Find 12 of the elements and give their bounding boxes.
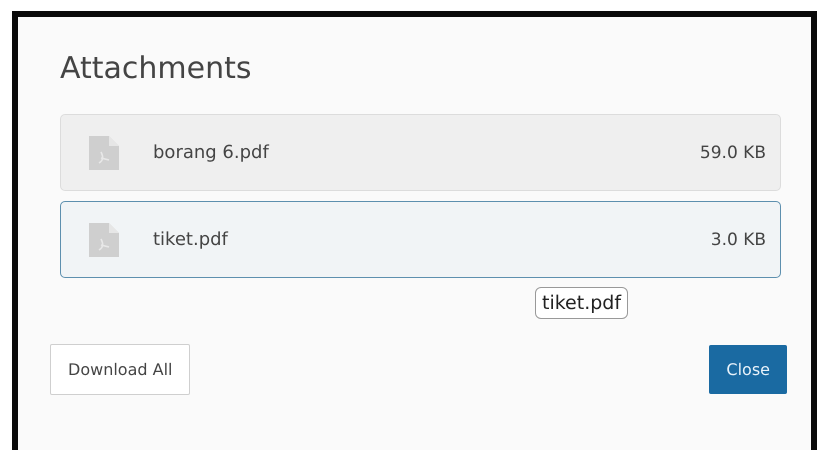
- attachment-item[interactable]: tiket.pdf 3.0 KB: [60, 201, 781, 278]
- pdf-file-icon: [89, 222, 119, 256]
- download-all-button[interactable]: Download All: [50, 344, 190, 395]
- dialog-title: Attachments: [60, 51, 252, 86]
- file-name: borang 6.pdf: [153, 142, 270, 163]
- file-size: 59.0 KB: [700, 142, 766, 162]
- file-size: 3.0 KB: [710, 230, 766, 250]
- pdf-file-icon: [89, 136, 119, 170]
- close-button[interactable]: Close: [709, 345, 787, 394]
- tooltip: tiket.pdf: [535, 287, 628, 319]
- attachment-item[interactable]: borang 6.pdf 59.0 KB: [60, 114, 781, 191]
- file-name: tiket.pdf: [153, 229, 230, 250]
